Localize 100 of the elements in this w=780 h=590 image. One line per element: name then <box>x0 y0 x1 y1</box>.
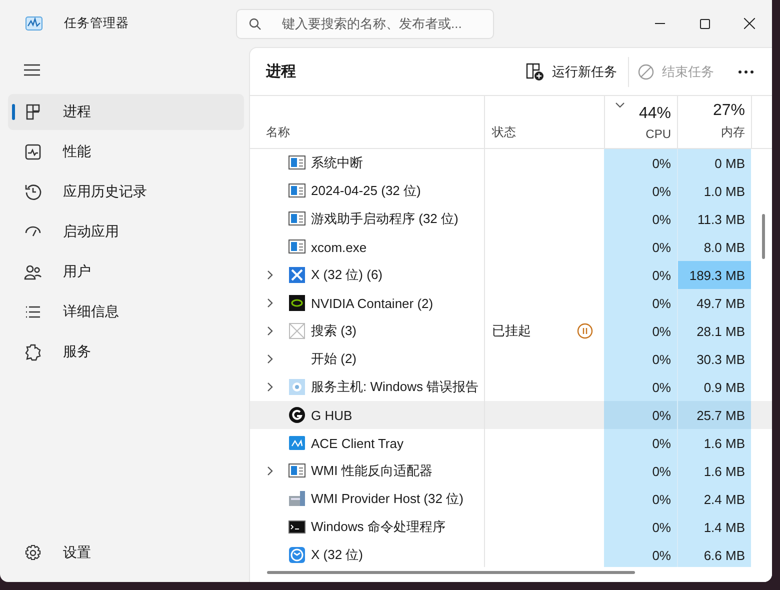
app-logo-icon <box>25 15 43 32</box>
process-name: xcom.exe <box>311 240 367 254</box>
process-name: WMI Provider Host (32 位) <box>311 490 464 508</box>
maximize-icon <box>700 18 710 28</box>
process-name: 服务主机: Windows 错误报告 <box>311 378 479 396</box>
page-title: 进程 <box>266 62 297 81</box>
scrollbar-thumb[interactable] <box>267 571 635 574</box>
close-icon <box>744 18 755 29</box>
sort-icon <box>615 102 625 108</box>
nav-item[interactable]: 进程 <box>8 94 244 130</box>
app-icon <box>288 266 306 284</box>
memory-cell: 1.0 MB <box>677 177 751 205</box>
app-icon <box>288 294 306 312</box>
nav-item[interactable]: 应用历史记录 <box>8 174 244 210</box>
memory-cell: 0 MB <box>677 149 751 177</box>
status-text: 已挂起 <box>492 322 531 340</box>
memory-cell: 30.3 MB <box>677 345 751 373</box>
process-name: X (32 位) <box>311 546 364 564</box>
process-name: 2024-04-25 (32 位) <box>311 182 421 200</box>
cpu-cell: 0% <box>604 317 677 345</box>
settings-item[interactable]: 设置 <box>8 535 244 571</box>
run-new-task-button[interactable]: 运行新任务 <box>520 56 623 88</box>
window-icon <box>288 182 306 200</box>
process-name: G HUB <box>311 408 352 422</box>
disabled-icon <box>638 64 654 80</box>
column-header[interactable]: CPU <box>646 127 671 141</box>
cpu-cell: 0% <box>604 373 677 401</box>
cpu-cell: 0% <box>604 233 677 261</box>
process-name: 系统中断 <box>311 154 363 172</box>
minimize-icon <box>654 23 664 24</box>
memory-cell: 0.9 MB <box>677 373 751 401</box>
cpu-cell: 0% <box>604 429 677 457</box>
usage-total: 27% <box>712 102 745 120</box>
chevron-icon[interactable] <box>267 382 273 392</box>
history-icon <box>24 183 42 201</box>
chevron-icon[interactable] <box>267 326 273 336</box>
menu-icon <box>24 64 40 76</box>
memory-cell: 1.4 MB <box>677 513 751 541</box>
nav-item[interactable]: 服务 <box>8 334 244 370</box>
nav-item[interactable]: 启动应用 <box>8 214 244 250</box>
window-icon <box>288 210 306 228</box>
column-header[interactable]: 内存 <box>721 124 745 141</box>
cpu-cell: 0% <box>604 149 677 177</box>
nav-item[interactable]: 性能 <box>8 134 244 170</box>
process-name: NVIDIA Container (2) <box>311 296 434 310</box>
add-task-icon <box>526 62 544 80</box>
memory-cell: 1.6 MB <box>677 457 751 485</box>
cpu-cell: 0% <box>604 177 677 205</box>
cpu-cell: 0% <box>604 205 677 233</box>
chevron-icon[interactable] <box>267 354 273 364</box>
app-icon <box>288 406 306 424</box>
nav-item[interactable]: 用户 <box>8 254 244 290</box>
users-icon <box>24 263 42 281</box>
settings-icon <box>24 544 42 562</box>
app-icon <box>288 546 306 564</box>
column-header[interactable]: 状态 <box>492 124 598 141</box>
memory-cell: 6.6 MB <box>677 541 751 567</box>
process-name: 游戏助手启动程序 (32 位) <box>311 210 458 228</box>
cpu-cell: 0% <box>604 541 677 567</box>
window-icon <box>288 154 306 172</box>
performance-icon <box>24 143 42 161</box>
app-icon <box>288 434 306 452</box>
cpu-cell: 0% <box>604 289 677 317</box>
placeholder-icon <box>288 322 306 340</box>
more-icon <box>738 70 754 74</box>
memory-cell: 189.3 MB <box>677 261 751 289</box>
memory-cell: 49.7 MB <box>677 289 751 317</box>
chevron-icon[interactable] <box>267 466 273 476</box>
process-name: X (32 位) (6) <box>311 266 383 284</box>
cpu-cell: 0% <box>604 485 677 513</box>
process-name: WMI 性能反向适配器 <box>311 462 432 480</box>
usage-total: 44% <box>638 105 671 123</box>
processes-icon <box>24 103 42 121</box>
cpu-cell: 0% <box>604 261 677 289</box>
column-header[interactable]: 名称 <box>266 124 478 141</box>
cpu-cell: 0% <box>604 401 677 429</box>
chevron-icon[interactable] <box>267 270 273 280</box>
window-icon <box>288 462 306 480</box>
memory-cell: 11.3 MB <box>677 205 751 233</box>
services-icon <box>24 343 42 361</box>
scrollbar-thumb[interactable] <box>762 214 765 259</box>
nav-item[interactable]: 详细信息 <box>8 294 244 330</box>
pause-icon <box>577 323 593 339</box>
memory-cell: 28.1 MB <box>677 317 751 345</box>
chevron-icon[interactable] <box>267 298 273 308</box>
cpu-cell: 0% <box>604 457 677 485</box>
process-name: 开始 (2) <box>311 350 356 368</box>
search-field[interactable]: 键入要搜索的名称、发布者或... <box>236 8 494 38</box>
terminal-icon <box>288 518 306 536</box>
search-icon <box>249 18 261 30</box>
cpu-cell: 0% <box>604 345 677 373</box>
process-name: ACE Client Tray <box>311 436 404 450</box>
memory-cell: 2.4 MB <box>677 485 751 513</box>
memory-cell: 25.7 MB <box>677 401 751 429</box>
window-title: 任务管理器 <box>64 15 130 32</box>
process-name: Windows 命令处理程序 <box>311 518 446 536</box>
memory-cell: 1.6 MB <box>677 429 751 457</box>
memory-cell: 8.0 MB <box>677 233 751 261</box>
cpu-cell: 0% <box>604 513 677 541</box>
process-name: 搜索 (3) <box>311 322 356 340</box>
